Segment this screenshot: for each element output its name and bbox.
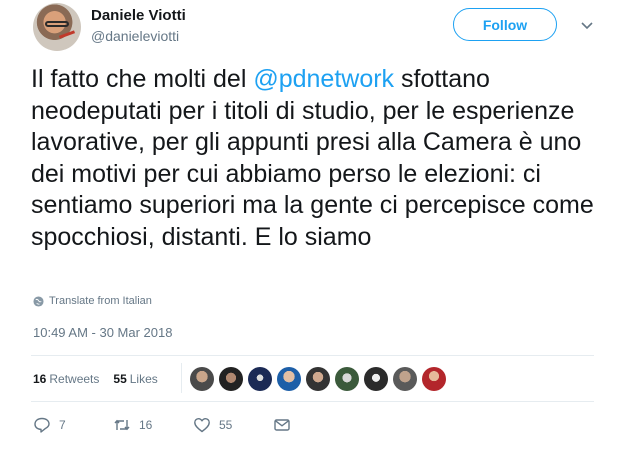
tweet-text: Il fatto che molti del @pdnetwork sfotta… [31,64,606,253]
stats: 16 Retweets 55 Likes [33,372,158,386]
liker-avatar[interactable] [190,367,214,391]
globe-icon [33,295,44,307]
liker-avatar[interactable] [393,367,417,391]
retweets-stat[interactable]: 16 Retweets [33,372,99,386]
retweet-button[interactable]: 16 [113,416,193,434]
retweets-stat-count: 16 [33,372,47,386]
dm-icon [274,419,290,431]
reply-icon [34,417,50,433]
liker-avatar[interactable] [248,367,272,391]
reply-count: 7 [59,418,66,432]
translate-link[interactable]: Translate from Italian [33,295,152,307]
divider-top [31,355,594,356]
follow-button[interactable]: Follow [453,8,557,41]
liker-avatar[interactable] [422,367,446,391]
liker-avatar[interactable] [219,367,243,391]
liker-avatar[interactable] [277,367,301,391]
likes-stat-count: 55 [113,372,127,386]
like-icon [194,418,210,433]
avatar[interactable] [33,3,81,51]
translate-label: Translate from Italian [49,295,152,307]
action-bar: 7 16 55 [33,416,313,434]
display-name[interactable]: Daniele Viotti [91,7,186,24]
retweet-count: 16 [139,418,153,432]
stats-divider [181,363,182,393]
like-count: 55 [219,418,233,432]
timestamp[interactable]: 10:49 AM - 30 Mar 2018 [33,325,172,340]
mention-link[interactable]: @pdnetwork [253,65,394,93]
likes-stat[interactable]: 55 Likes [113,372,157,386]
like-button[interactable]: 55 [193,416,273,434]
screen-name[interactable]: @danieleviotti [91,28,179,44]
tweet-text-before: Il fatto che molti del [31,65,254,93]
avatar-pen [58,30,76,39]
liker-avatar[interactable] [306,367,330,391]
retweets-stat-label: Retweets [49,372,100,386]
divider-bottom [31,401,594,402]
likes-stat-label: Likes [129,372,158,386]
direct-message-button[interactable] [273,416,313,434]
caret-down-icon[interactable] [580,18,594,32]
retweet-icon [114,419,130,431]
liker-avatar[interactable] [335,367,359,391]
avatar-glasses [45,21,69,27]
facepile [190,367,446,391]
reply-button[interactable]: 7 [33,416,113,434]
liker-avatar[interactable] [364,367,388,391]
